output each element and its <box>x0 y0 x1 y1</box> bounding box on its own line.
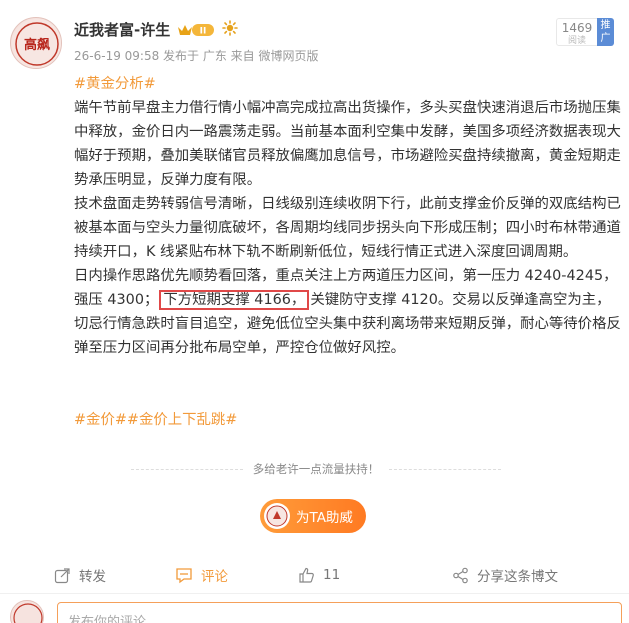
topic-tags[interactable]: #金价##金价上下乱跳# <box>74 408 237 429</box>
promote-label: 推广 <box>600 20 611 44</box>
author-name[interactable]: 近我者富-许生 <box>74 19 170 40</box>
like-count: 11 <box>323 567 341 583</box>
support-text: 多给老许一点流量扶持！ <box>252 462 380 476</box>
paragraph-3: 日内操作思路优先顺势看回落，重点关注上方两道压力区间，第一压力 4240-424… <box>74 264 622 360</box>
dash-right <box>389 468 501 470</box>
vip-level: II <box>200 26 207 36</box>
thumbs-up-icon <box>299 567 314 583</box>
author-avatar[interactable]: 高飙 <box>10 17 62 69</box>
paragraph-2: 技术盘面走势转弱信号清晰，日线级别连续收阴下行，此前支撑金价反弹的双底结构已被基… <box>74 196 621 260</box>
promote-button[interactable]: 推广 <box>597 18 614 46</box>
action-bar: 转发 评论 11 分享这条博文 <box>0 563 629 587</box>
avatar-text: 高飙 <box>24 37 50 53</box>
read-count: 1469 <box>561 21 593 35</box>
share-button[interactable]: 分享这条博文 <box>452 563 558 587</box>
current-user-avatar[interactable] <box>10 600 44 623</box>
comment-input[interactable]: 发布你的评论 <box>57 602 622 623</box>
boost-button[interactable]: 为TA助威 <box>260 499 366 533</box>
dash-left <box>131 468 243 470</box>
comment-label: 评论 <box>201 569 228 585</box>
topic-link[interactable]: #黄金分析# <box>74 76 156 92</box>
comment-button[interactable]: 评论 <box>175 563 228 587</box>
read-count-badge: 1469 阅读 <box>556 18 598 46</box>
vip-badge[interactable]: II <box>176 22 216 38</box>
boost-avatar-icon <box>264 503 290 529</box>
support-divider: 多给老许一点流量扶持！ <box>131 461 501 477</box>
repost-icon <box>54 567 70 583</box>
highlighted-support: 下方短期支撑 4166， <box>159 290 310 310</box>
post-content: #黄金分析# 端午节前早盘主力借行情小幅冲高完成拉高出货操作，多头买盘快速消退后… <box>74 72 622 360</box>
like-button[interactable]: 11 <box>298 563 340 587</box>
repost-button[interactable]: 转发 <box>54 563 106 587</box>
share-icon <box>453 567 468 583</box>
post-meta: 26-6-19 09:58 发布于 广东 来自 微博网页版 <box>74 49 319 63</box>
paragraph-1: 端午节前早盘主力借行情小幅冲高完成拉高出货操作，多头买盘快速消退后市场抛压集中释… <box>74 100 621 188</box>
comment-placeholder: 发布你的评论 <box>68 615 147 623</box>
action-divider <box>0 593 629 594</box>
comment-icon <box>176 567 192 583</box>
boost-label: 为TA助威 <box>296 510 353 526</box>
read-label: 阅读 <box>567 36 586 46</box>
repost-label: 转发 <box>79 569 106 585</box>
fan-badge-icon[interactable] <box>222 19 239 40</box>
share-label: 分享这条博文 <box>477 569 558 585</box>
